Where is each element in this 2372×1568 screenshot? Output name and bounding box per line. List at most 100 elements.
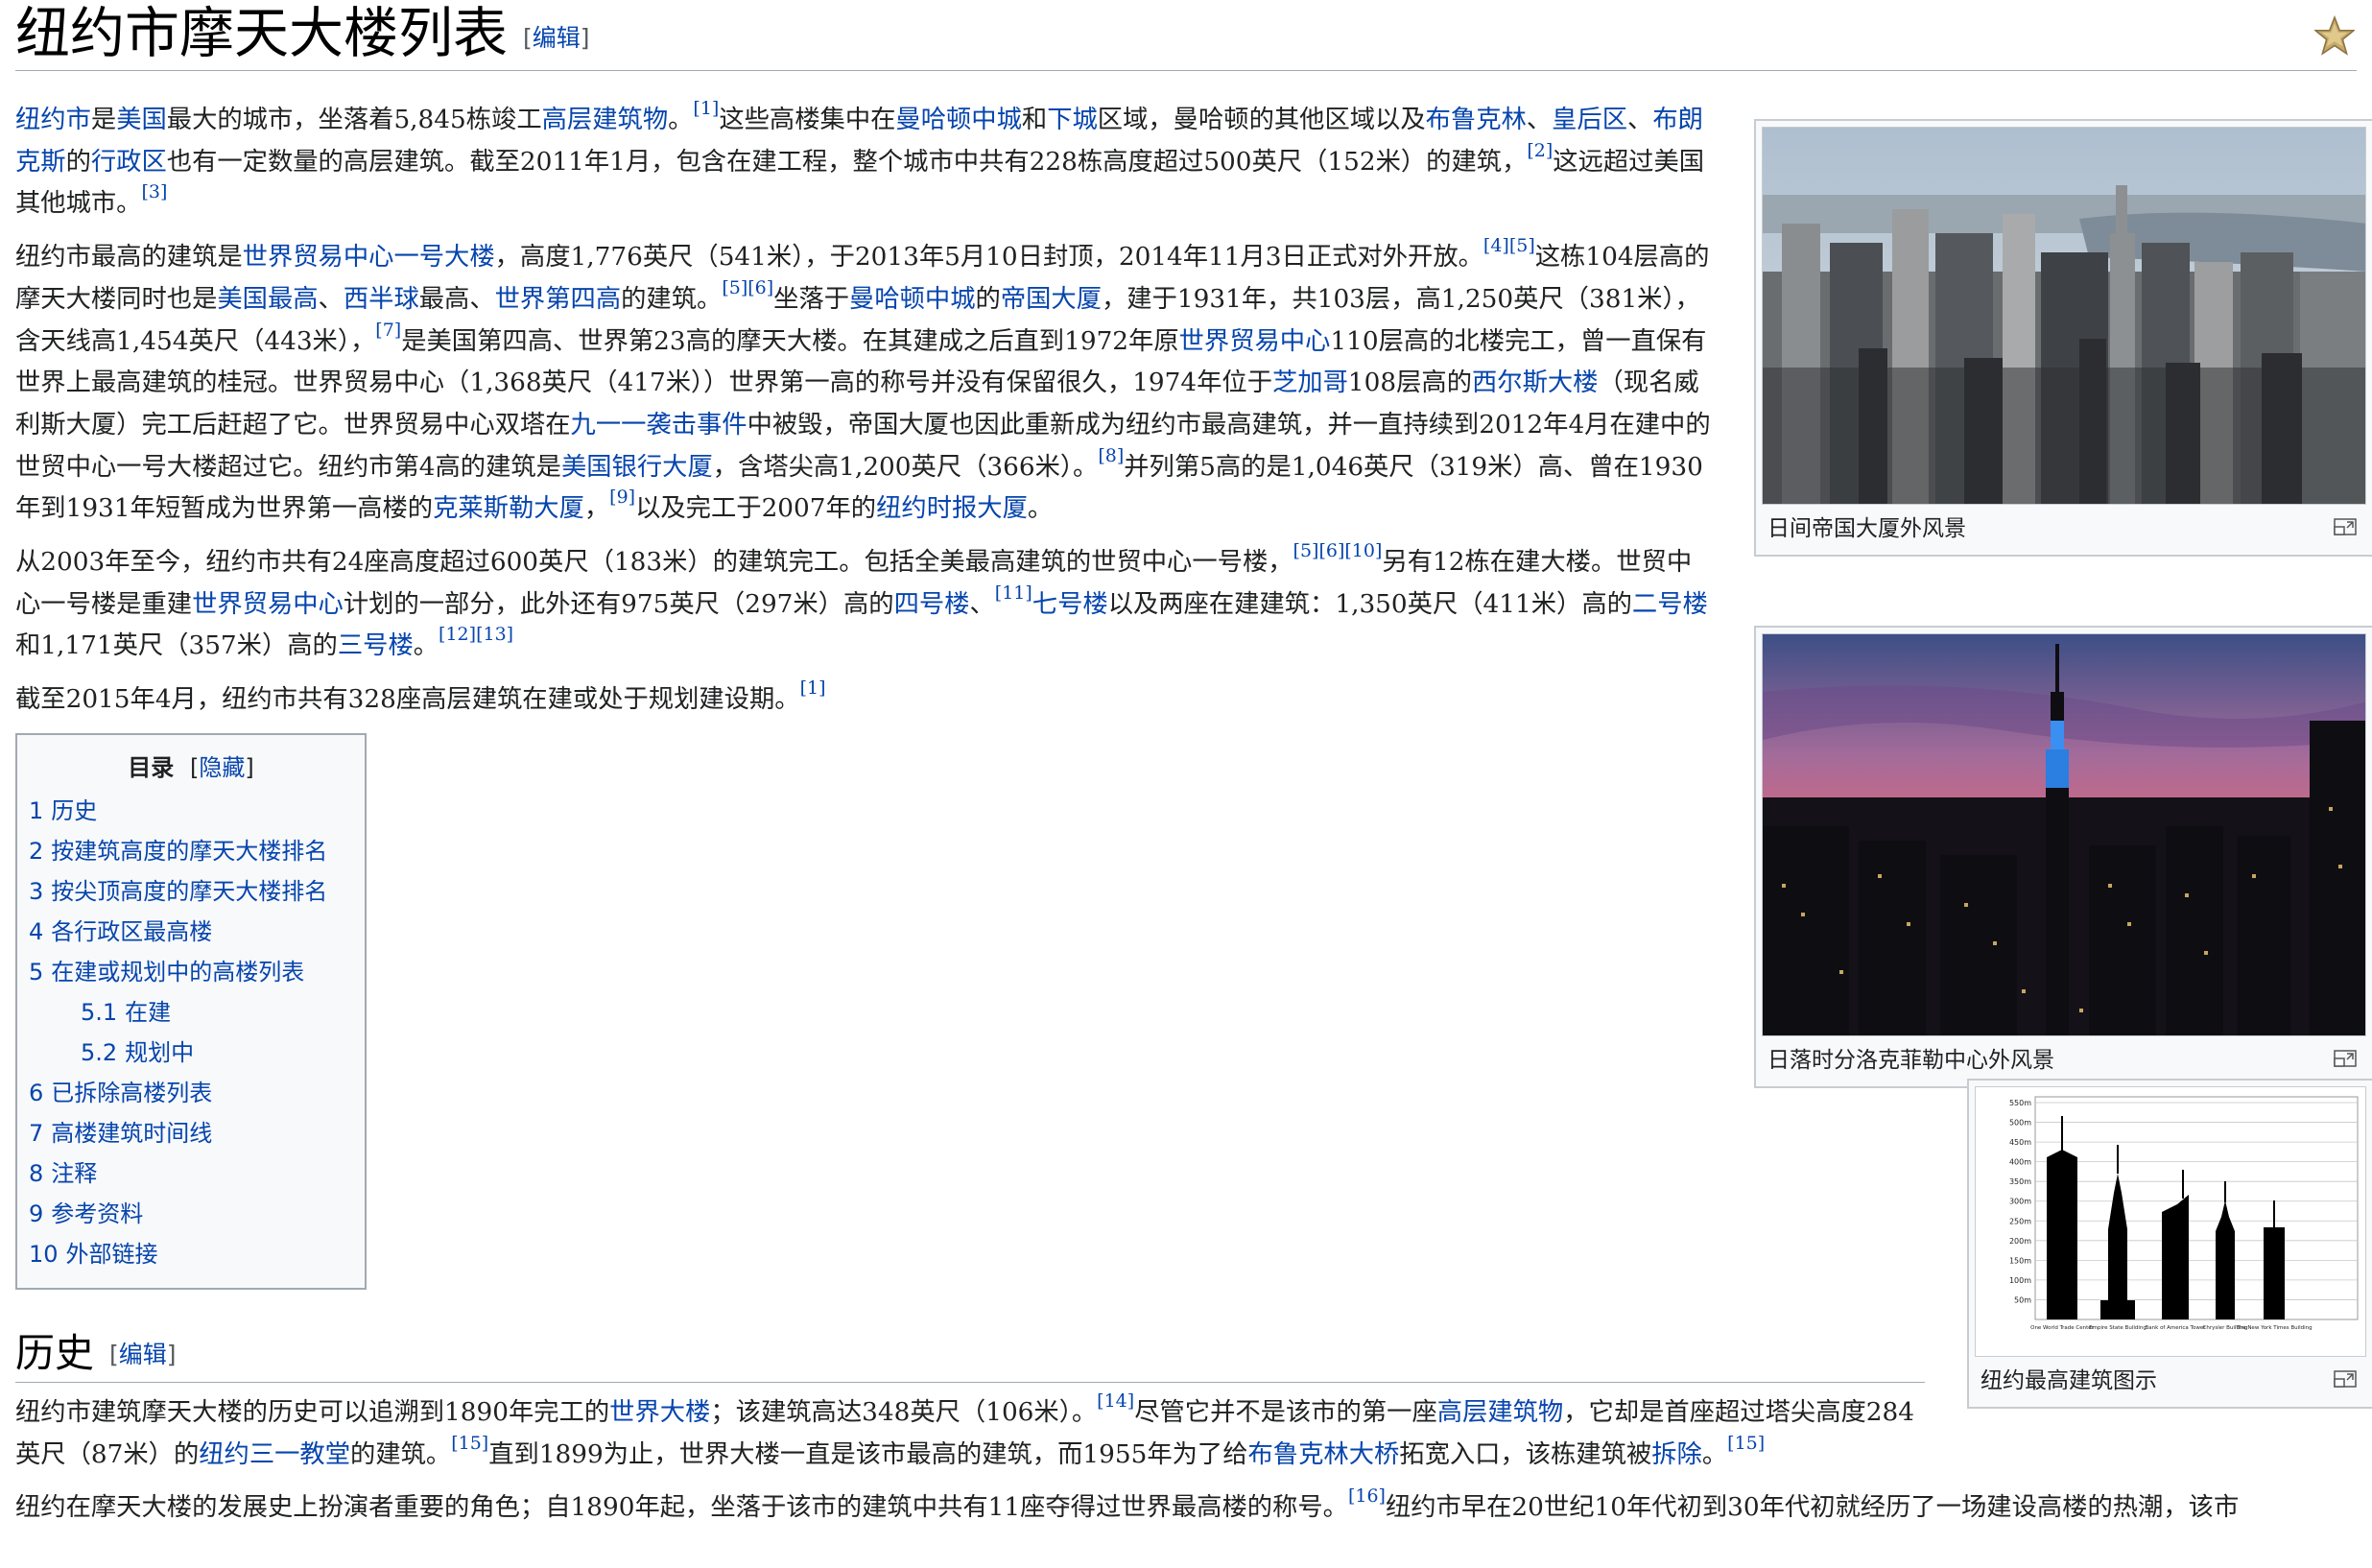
link-chrysler[interactable]: 克莱斯勒大厦 xyxy=(433,494,584,523)
title-edit-link[interactable]: 编辑 xyxy=(533,24,581,52)
magnify-clip-icon[interactable] xyxy=(2334,1370,2357,1388)
toc-item-label[interactable]: 参考资料 xyxy=(51,1200,143,1227)
ref-1[interactable]: [1] xyxy=(800,677,826,699)
ref-14[interactable]: [14] xyxy=(1097,1390,1134,1412)
link-4wtc[interactable]: 四号楼 xyxy=(894,590,970,619)
link-us-tallest[interactable]: 美国最高 xyxy=(217,285,318,314)
toc-item-label[interactable]: 已拆除高楼列表 xyxy=(51,1080,212,1106)
ref-link[interactable]: [2] xyxy=(1527,140,1553,161)
ref-link[interactable]: [5] xyxy=(722,277,747,298)
toc-item[interactable]: 5.2 规划中 xyxy=(29,1033,353,1073)
toc-item-label[interactable]: 高楼建筑时间线 xyxy=(51,1120,212,1147)
ref-5-6-10[interactable]: [5][6][10] xyxy=(1293,540,1383,561)
toc-item-label[interactable]: 按尖顶高度的摩天大楼排名 xyxy=(51,878,327,905)
ref-link[interactable]: [6] xyxy=(1318,540,1344,561)
link-wtc[interactable]: 世界贸易中心 xyxy=(1179,327,1331,356)
ref-link[interactable]: [9] xyxy=(609,487,635,508)
toc-item-label[interactable]: 在建 xyxy=(125,999,171,1026)
toc-item[interactable]: 6 已拆除高楼列表 xyxy=(29,1073,353,1113)
ref-7[interactable]: [7] xyxy=(375,320,401,341)
ref-11[interactable]: [11] xyxy=(995,582,1032,604)
ref-link[interactable]: [15] xyxy=(1727,1433,1765,1454)
toc-item[interactable]: 7 高楼建筑时间线 xyxy=(29,1113,353,1153)
heights-diagram-image[interactable]: 550m 500m 450m 400m 350m 300m 250m 200m 150m 100m… xyxy=(1975,1086,2366,1357)
ref-link[interactable]: [11] xyxy=(995,582,1032,604)
magnify-clip-icon[interactable] xyxy=(2334,518,2357,535)
link-highrise[interactable]: 高层建筑物 xyxy=(542,106,668,134)
ref-link[interactable]: [3] xyxy=(141,181,167,202)
ref-link[interactable]: [1] xyxy=(800,677,826,699)
ref-link[interactable]: [10] xyxy=(1344,540,1382,561)
ref-15[interactable]: [15] xyxy=(451,1433,488,1454)
link-midtown[interactable]: 曼哈顿中城 xyxy=(849,285,975,314)
link-911[interactable]: 九一一袭击事件 xyxy=(571,411,747,440)
link-2wtc[interactable]: 二号楼 xyxy=(1632,590,1708,619)
ref-2[interactable]: [2] xyxy=(1527,140,1553,161)
toc-item-label[interactable]: 规划中 xyxy=(125,1039,194,1066)
toc-item[interactable]: 5 在建或规划中的高楼列表 xyxy=(29,952,353,992)
link-nyt[interactable]: 纽约时报大厦 xyxy=(876,494,1028,523)
ref-link[interactable]: [12] xyxy=(439,624,476,645)
toc-item-label[interactable]: 外部链接 xyxy=(66,1241,158,1268)
ref-9[interactable]: [9] xyxy=(609,487,635,508)
toc-item[interactable]: 4 各行政区最高楼 xyxy=(29,912,353,952)
toc-item-label[interactable]: 各行政区最高楼 xyxy=(51,918,212,945)
ref-4-5[interactable]: [4][5] xyxy=(1483,235,1535,256)
toc-item-label[interactable]: 历史 xyxy=(51,797,97,824)
daytime-skyline-image[interactable] xyxy=(1762,127,2366,505)
toc-item[interactable]: 9 参考资料 xyxy=(29,1194,353,1234)
link-3wtc[interactable]: 三号楼 xyxy=(338,631,414,660)
toc-item[interactable]: 10 外部链接 xyxy=(29,1234,353,1274)
link-1wtc[interactable]: 世界贸易中心一号大楼 xyxy=(243,243,495,272)
link-usa[interactable]: 美国 xyxy=(116,106,167,134)
section-edit-link[interactable]: 编辑 xyxy=(119,1341,167,1368)
sunset-skyline-image[interactable] xyxy=(1762,633,2366,1036)
link-downtown[interactable]: 下城 xyxy=(1047,106,1098,134)
link-trinity[interactable]: 纽约三一教堂 xyxy=(199,1440,350,1469)
toc-item-label[interactable]: 按建筑高度的摩天大楼排名 xyxy=(51,838,327,865)
ref-1[interactable]: [1] xyxy=(693,98,719,119)
ref-link[interactable]: [4] xyxy=(1483,235,1509,256)
link-demolish[interactable]: 拆除 xyxy=(1651,1440,1702,1469)
toc-item-label[interactable]: 在建或规划中的高楼列表 xyxy=(51,959,304,986)
link-world-building[interactable]: 世界大楼 xyxy=(609,1398,710,1427)
link-brooklyn[interactable]: 布鲁克林 xyxy=(1426,106,1527,134)
link-wtc[interactable]: 世界贸易中心 xyxy=(192,590,344,619)
magnify-clip-icon[interactable] xyxy=(2334,1050,2357,1067)
ref-3[interactable]: [3] xyxy=(141,181,167,202)
toc-item[interactable]: 3 按尖顶高度的摩天大楼排名 xyxy=(29,871,353,912)
ref-link[interactable]: [14] xyxy=(1097,1390,1134,1412)
toc-item[interactable]: 1 历史 xyxy=(29,791,353,831)
toc-item[interactable]: 2 按建筑高度的摩天大楼排名 xyxy=(29,831,353,871)
toc-item[interactable]: 8 注释 xyxy=(29,1153,353,1194)
link-7wtc[interactable]: 七号楼 xyxy=(1032,590,1108,619)
ref-link[interactable]: [15] xyxy=(451,1433,488,1454)
link-sears[interactable]: 西尔斯大楼 xyxy=(1472,368,1598,397)
link-western-hemisphere[interactable]: 西半球 xyxy=(344,285,419,314)
link-queens[interactable]: 皇后区 xyxy=(1552,106,1627,134)
link-midtown[interactable]: 曼哈顿中城 xyxy=(895,106,1021,134)
link-boa[interactable]: 美国银行大厦 xyxy=(561,453,713,482)
ref-15[interactable]: [15] xyxy=(1727,1433,1765,1454)
ref-link[interactable]: [5] xyxy=(1509,235,1535,256)
toc-item[interactable]: 5.1 在建 xyxy=(29,992,353,1033)
ref-link[interactable]: [16] xyxy=(1348,1485,1386,1507)
ref-link[interactable]: [8] xyxy=(1098,445,1124,466)
link-chicago[interactable]: 芝加哥 xyxy=(1272,368,1348,397)
toc-item-label[interactable]: 注释 xyxy=(51,1160,97,1187)
link-esb[interactable]: 帝国大厦 xyxy=(1001,285,1102,314)
ref-16[interactable]: [16] xyxy=(1348,1485,1386,1507)
ref-link[interactable]: [1] xyxy=(693,98,719,119)
link-highrise[interactable]: 高层建筑物 xyxy=(1437,1398,1563,1427)
ref-5-6[interactable]: [5][6] xyxy=(722,277,773,298)
ref-link[interactable]: [13] xyxy=(476,624,513,645)
ref-link[interactable]: [5] xyxy=(1293,540,1319,561)
ref-link[interactable]: [7] xyxy=(375,320,401,341)
link-borough[interactable]: 行政区 xyxy=(91,148,167,177)
link-nyc[interactable]: 纽约市 xyxy=(15,106,91,134)
star-icon[interactable] xyxy=(2314,15,2355,56)
ref-12-13[interactable]: [12][13] xyxy=(439,624,513,645)
ref-8[interactable]: [8] xyxy=(1098,445,1124,466)
toc-toggle[interactable]: 隐藏 xyxy=(199,754,245,781)
link-world-fourth[interactable]: 世界第四高 xyxy=(495,285,621,314)
